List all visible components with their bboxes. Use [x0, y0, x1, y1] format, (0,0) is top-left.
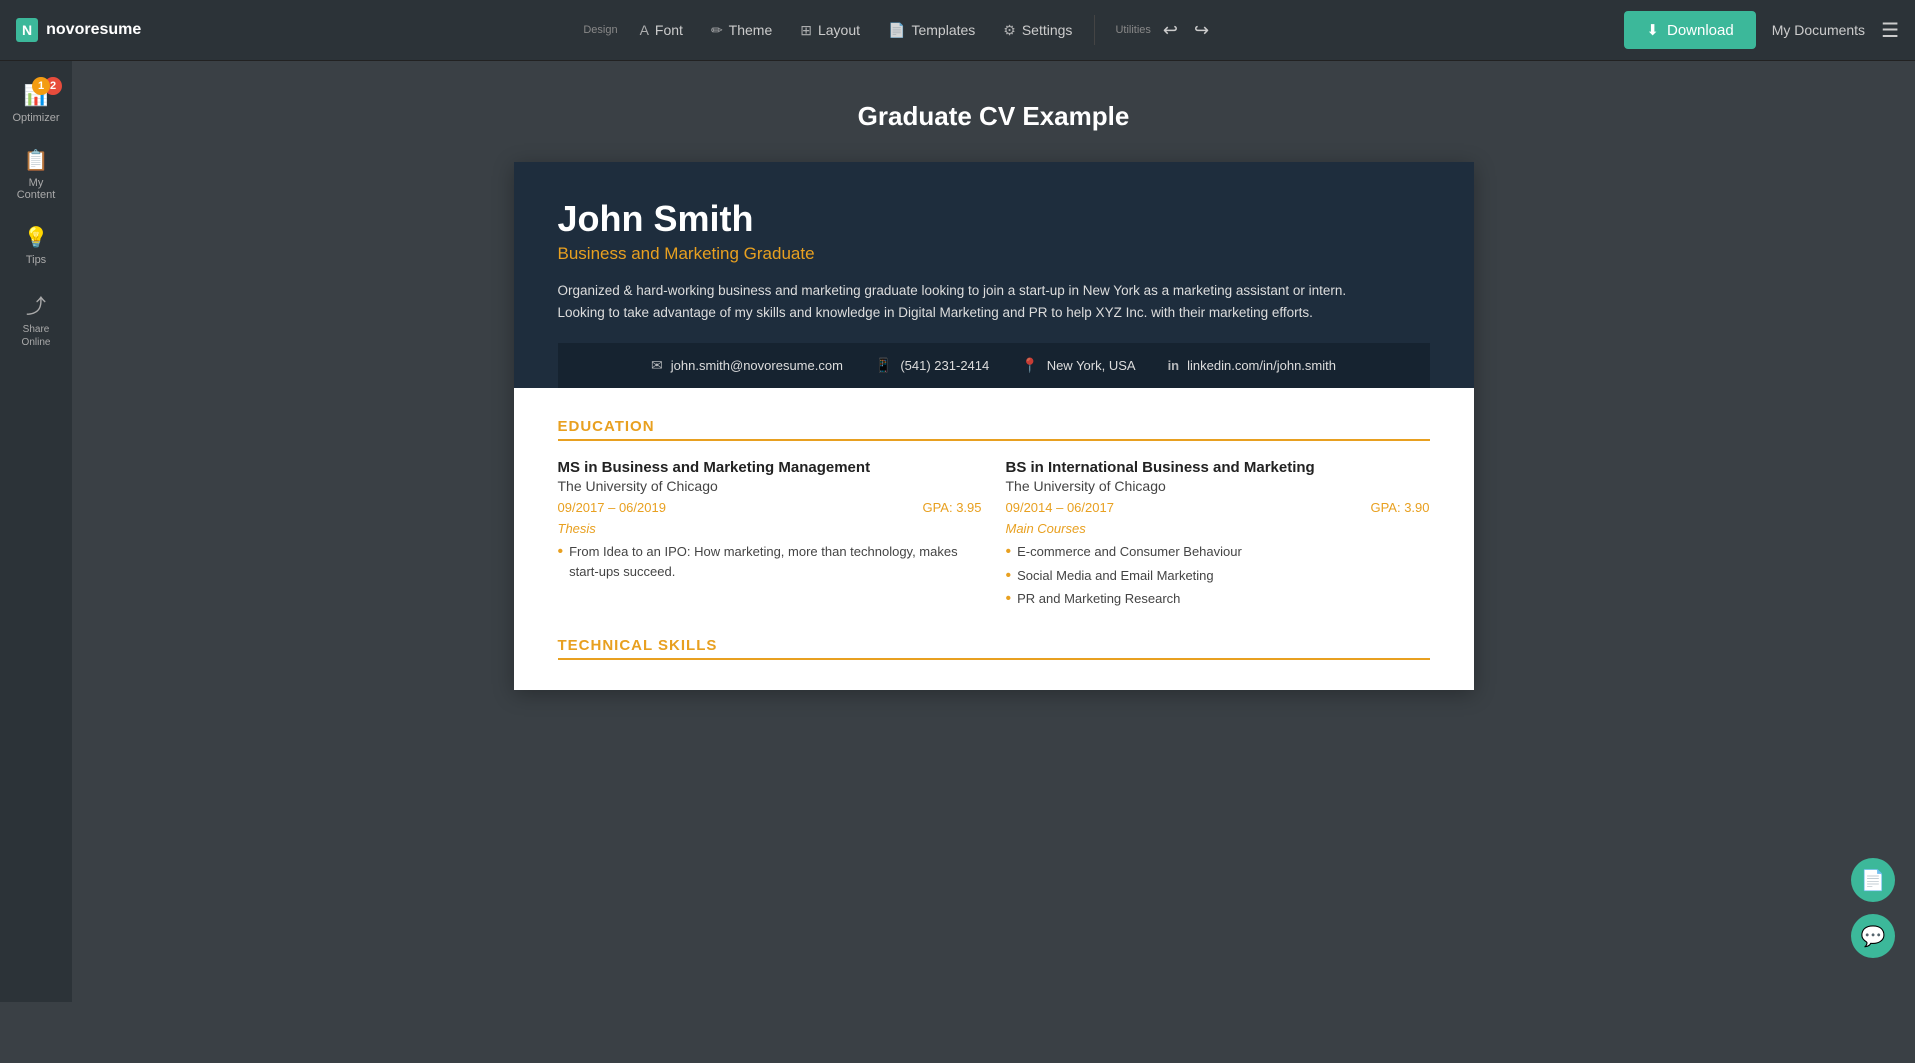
edu-bullet-2-0: • E-commerce and Consumer Behaviour [1006, 542, 1430, 562]
bullet-dot: • [1006, 589, 1012, 608]
cv-header: John Smith Business and Marketing Gradua… [514, 162, 1474, 388]
page-title: Graduate CV Example [92, 101, 1895, 132]
cv-job-title: Business and Marketing Graduate [558, 244, 1430, 264]
logo-text: novoresume [46, 21, 141, 39]
edu-dates-1: 09/2017 – 06/2019 [558, 500, 666, 515]
bullet-dot: • [558, 542, 564, 561]
cv-summary: Organized & hard-working business and ma… [558, 280, 1378, 323]
edu-bullet-text-1-0: From Idea to an IPO: How marketing, more… [569, 542, 981, 581]
download-label: Download [1667, 22, 1734, 39]
cv-body: EDUCATION MS in Business and Marketing M… [514, 388, 1474, 690]
share-icon: ⤴ [26, 290, 46, 319]
cv-phone-value: (541) 231-2414 [900, 358, 989, 373]
theme-icon: ✏ [711, 22, 723, 39]
cv-location: 📍 New York, USA [1021, 357, 1135, 374]
nav-layout[interactable]: ⊞ Layout [786, 0, 874, 61]
edu-bullet-text-2-1: Social Media and Email Marketing [1017, 566, 1214, 586]
edu-bullet-2-2: • PR and Marketing Research [1006, 589, 1430, 609]
education-item-2: BS in International Business and Marketi… [1006, 459, 1430, 613]
sidebar-item-optimizer[interactable]: 2 1 📊 Optimizer [0, 71, 72, 136]
edu-gpa-1: GPA: 3.95 [922, 500, 981, 515]
tips-label: Tips [26, 254, 46, 266]
share-online-label: Share Online [8, 323, 64, 349]
sidebar-item-share-online[interactable]: ⤴ Share Online [0, 278, 72, 361]
cv-contact-bar: ✉ john.smith@novoresume.com 📱 (541) 231-… [558, 343, 1430, 388]
hamburger-menu[interactable]: ☰ [1881, 18, 1899, 43]
edu-degree-1: MS in Business and Marketing Management [558, 459, 982, 476]
download-icon: ⬇ [1646, 21, 1659, 39]
nav-font[interactable]: A Font [626, 0, 697, 61]
edu-bullet-text-2-2: PR and Marketing Research [1017, 589, 1180, 609]
education-item-1: MS in Business and Marketing Management … [558, 459, 982, 613]
edu-bullet-text-2-0: E-commerce and Consumer Behaviour [1017, 542, 1242, 562]
nav-templates[interactable]: 📄 Templates [874, 0, 989, 61]
phone-icon: 📱 [875, 357, 892, 374]
edu-school-1: The University of Chicago [558, 478, 982, 494]
float-document-button[interactable]: 📄 [1851, 858, 1895, 902]
chat-float-icon: 💬 [1861, 924, 1886, 949]
utilities-label: Utilities [1115, 24, 1150, 36]
linkedin-icon: in [1168, 358, 1180, 373]
edu-dates-gpa-2: 09/2014 – 06/2017 GPA: 3.90 [1006, 500, 1430, 515]
education-section-title: EDUCATION [558, 418, 1430, 441]
edu-dates-2: 09/2014 – 06/2017 [1006, 500, 1114, 515]
edu-gpa-2: GPA: 3.90 [1370, 500, 1429, 515]
nav-layout-label: Layout [818, 22, 860, 38]
education-grid: MS in Business and Marketing Management … [558, 459, 1430, 613]
edu-sublabel-2: Main Courses [1006, 521, 1430, 536]
cv-document: John Smith Business and Marketing Gradua… [514, 162, 1474, 690]
cv-linkedin-value: linkedin.com/in/john.smith [1187, 358, 1336, 373]
download-button[interactable]: ⬇ Download [1624, 11, 1755, 49]
sidebar: 2 1 📊 Optimizer 📋 My Content 💡 Tips ⤴ Sh… [0, 61, 72, 1002]
nav-center: Design A Font ✏ Theme ⊞ Layout 📄 Templat… [176, 0, 1608, 61]
tips-icon: 💡 [24, 225, 49, 250]
edu-dates-gpa-1: 09/2017 – 06/2019 GPA: 3.95 [558, 500, 982, 515]
edu-degree-2: BS in International Business and Marketi… [1006, 459, 1430, 476]
sidebar-item-my-content[interactable]: 📋 My Content [0, 136, 72, 213]
float-chat-button[interactable]: 💬 [1851, 914, 1895, 958]
logo-area: N novoresume [16, 18, 176, 42]
nav-right: ⬇ Download My Documents ☰ [1608, 11, 1899, 49]
location-icon: 📍 [1021, 357, 1038, 374]
nav-theme[interactable]: ✏ Theme [697, 0, 786, 61]
layout-icon: ⊞ [800, 22, 812, 39]
nav-font-label: Font [655, 22, 683, 38]
nav-theme-label: Theme [729, 22, 773, 38]
top-navigation: N novoresume Design A Font ✏ Theme ⊞ Lay… [0, 0, 1915, 61]
nav-settings-label: Settings [1022, 22, 1073, 38]
my-documents-link[interactable]: My Documents [1772, 22, 1865, 38]
edu-bullet-2-1: • Social Media and Email Marketing [1006, 566, 1430, 586]
cv-location-value: New York, USA [1047, 358, 1136, 373]
edu-school-2: The University of Chicago [1006, 478, 1430, 494]
cv-email: ✉ john.smith@novoresume.com [651, 357, 843, 374]
edu-bullet-1-0: • From Idea to an IPO: How marketing, mo… [558, 542, 982, 581]
redo-button[interactable]: ↪ [1186, 12, 1217, 49]
nav-divider [1094, 15, 1095, 45]
nav-settings[interactable]: ⚙ Settings [989, 0, 1086, 61]
my-content-icon: 📋 [24, 148, 49, 173]
settings-icon: ⚙ [1003, 22, 1016, 39]
bullet-dot: • [1006, 566, 1012, 585]
cv-linkedin: in linkedin.com/in/john.smith [1168, 358, 1336, 373]
main-content: Graduate CV Example John Smith Business … [72, 61, 1915, 730]
sidebar-item-tips[interactable]: 💡 Tips [0, 213, 72, 278]
design-group-label: Design [583, 24, 617, 36]
my-content-label: My Content [8, 177, 64, 201]
bullet-dot: • [1006, 542, 1012, 561]
undo-button[interactable]: ↩ [1155, 12, 1186, 49]
document-float-icon: 📄 [1861, 868, 1886, 893]
logo-icon: N [16, 18, 38, 42]
cv-email-value: john.smith@novoresume.com [671, 358, 843, 373]
edu-sublabel-1: Thesis [558, 521, 982, 536]
cv-name: John Smith [558, 198, 1430, 240]
email-icon: ✉ [651, 357, 663, 374]
badge-1: 1 [32, 77, 50, 95]
nav-templates-label: Templates [911, 22, 975, 38]
cv-phone: 📱 (541) 231-2414 [875, 357, 989, 374]
technical-skills-section-title: TECHNICAL SKILLS [558, 637, 1430, 660]
templates-icon: 📄 [888, 22, 905, 39]
font-icon: A [640, 22, 649, 38]
optimizer-label: Optimizer [12, 112, 59, 124]
